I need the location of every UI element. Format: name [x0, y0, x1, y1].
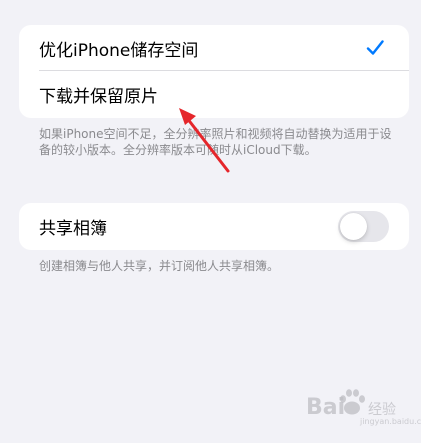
shared-albums-group: 共享相簿 — [19, 203, 409, 250]
optimize-storage-option[interactable]: 优化iPhone储存空间 — [19, 25, 409, 71]
watermark-url: jingyan.baidu.com — [360, 417, 421, 426]
shared-albums-row: 共享相簿 — [19, 203, 409, 249]
baidu-watermark: Bai 经验 jingyan.baidu.com — [306, 386, 421, 430]
shared-albums-toggle[interactable] — [338, 211, 389, 242]
watermark-suffix: 经验 — [368, 402, 396, 418]
photos-storage-group: 优化iPhone储存空间 下载并保留原片 — [19, 25, 409, 118]
download-originals-option[interactable]: 下载并保留原片 — [19, 71, 409, 118]
optimize-storage-label: 优化iPhone储存空间 — [39, 40, 199, 61]
shared-albums-label: 共享相簿 — [39, 218, 107, 239]
download-originals-label: 下载并保留原片 — [39, 87, 158, 107]
baidu-paw-icon — [340, 389, 365, 415]
photos-storage-footnote: 如果iPhone空间不足，全分辨率照片和视频将自动替换为适用于设备的较小版本。全… — [39, 127, 392, 157]
checkmark-icon — [366, 40, 384, 55]
toggle-knob — [340, 213, 367, 240]
shared-albums-footnote: 创建相簿与他人共享，并订阅他人共享相簿。 — [39, 259, 280, 273]
settings-page: 优化iPhone储存空间 下载并保留原片 如果iPhone空间不足，全分辨率照片… — [0, 0, 421, 443]
